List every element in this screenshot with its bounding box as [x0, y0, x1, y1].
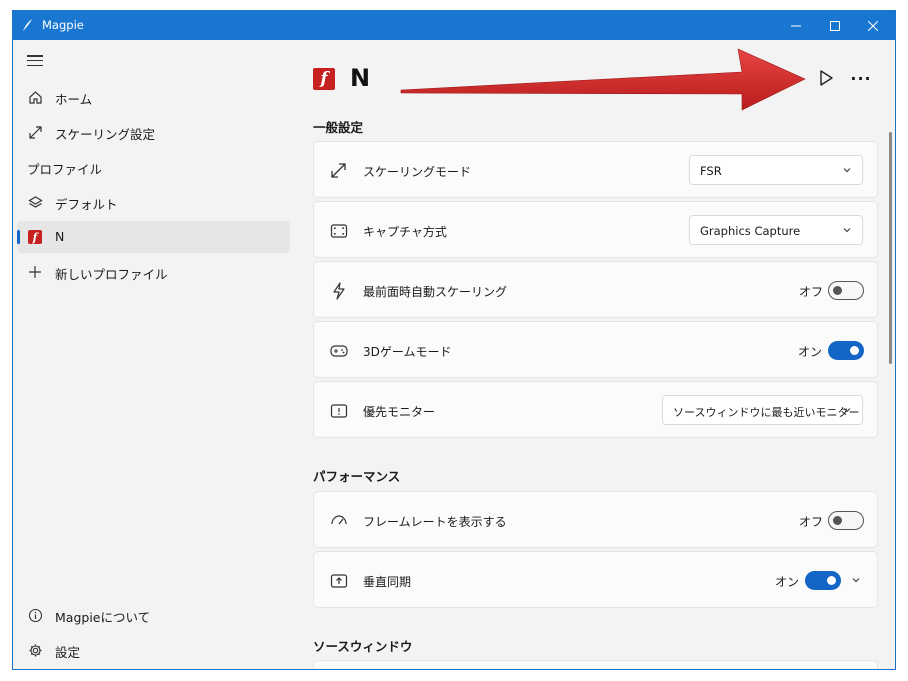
vsync-label: 垂直同期	[363, 575, 412, 589]
sidebar-item-label: N	[55, 229, 65, 244]
capture-method-select[interactable]: Graphics Capture	[689, 215, 863, 245]
general-section-title: 一般設定	[313, 120, 364, 135]
capture-method-card: キャプチャ方式 Graphics Capture	[313, 201, 878, 258]
sidebar-item-label: Magpieについて	[55, 610, 151, 625]
scrollbar[interactable]	[889, 132, 892, 364]
sidebar: ホーム スケーリング設定 プロファイル デフォルト f N 新しいプロファイル	[13, 40, 298, 669]
magpie-logo-icon	[23, 19, 32, 31]
home-icon	[27, 89, 43, 105]
info-icon	[27, 607, 43, 623]
window-title: Magpie	[42, 18, 84, 32]
chevron-down-icon	[843, 228, 851, 233]
sidebar-item-label: 設定	[55, 645, 81, 660]
gear-icon	[27, 642, 43, 658]
game-mode-state: オン	[798, 345, 823, 359]
scaling-mode-label: スケーリングモード	[363, 165, 472, 179]
app-window: Magpie ホーム スケーリング設定 プロファイル デフォルト f N 新しい…	[12, 10, 896, 670]
scaling-mode-card: スケーリングモード FSR	[313, 141, 878, 198]
speedometer-icon	[329, 511, 348, 530]
auto-scale-card: 最前面時自動スケーリング オフ	[313, 261, 878, 318]
source-window-card	[313, 660, 878, 669]
lightning-icon	[329, 281, 348, 300]
close-button[interactable]	[854, 11, 892, 40]
show-fps-state: オフ	[799, 515, 824, 529]
auto-scale-label: 最前面時自動スケーリング	[363, 285, 508, 299]
preferred-monitor-label: 優先モニター	[363, 405, 436, 419]
sidebar-item-label: 新しいプロファイル	[55, 267, 168, 282]
scaling-mode-select[interactable]: FSR	[689, 155, 863, 185]
layers-icon	[27, 194, 43, 210]
title-bar: Magpie	[13, 11, 895, 40]
performance-section-title: パフォーマンス	[313, 469, 401, 484]
sidebar-item-scaling-settings[interactable]: スケーリング設定	[17, 116, 290, 148]
sidebar-item-default-profile[interactable]: デフォルト	[17, 186, 290, 218]
flash-player-icon: f	[313, 68, 335, 90]
sidebar-item-home[interactable]: ホーム	[17, 81, 290, 113]
maximize-icon	[830, 20, 840, 31]
plus-icon	[27, 264, 43, 280]
capture-method-label: キャプチャ方式	[363, 225, 447, 239]
close-icon	[868, 20, 878, 31]
vsync-card: 垂直同期 オン	[313, 551, 878, 608]
game-mode-toggle[interactable]	[828, 341, 864, 360]
vsync-state: オン	[775, 575, 800, 589]
game-mode-label: 3Dゲームモード	[363, 345, 452, 359]
vsync-icon	[329, 571, 348, 590]
flash-player-icon: f	[27, 229, 43, 245]
expand-chevron-icon[interactable]	[851, 575, 861, 585]
resize-diagonal-icon	[27, 124, 43, 140]
chevron-down-icon	[843, 408, 851, 413]
profiles-caption: プロファイル	[27, 162, 103, 177]
sidebar-item-about[interactable]: Magpieについて	[17, 599, 290, 631]
monitor-icon	[329, 401, 348, 420]
scaling-mode-value: FSR	[700, 164, 722, 178]
auto-scale-toggle[interactable]	[828, 281, 864, 300]
main-content: f N ··· 一般設定 スケーリングモード FSR キャプチャ方式 Graph…	[298, 40, 895, 669]
preferred-monitor-value: ソースウィンドウに最も近いモニター	[673, 406, 860, 419]
show-fps-label: フレームレートを表示する	[363, 515, 507, 529]
minimize-icon	[791, 25, 801, 26]
preferred-monitor-card: 優先モニター ソースウィンドウに最も近いモニター	[313, 381, 878, 438]
play-icon[interactable]	[815, 67, 837, 89]
chevron-down-icon	[843, 168, 851, 173]
gamepad-icon	[329, 341, 348, 360]
more-options-icon[interactable]: ···	[850, 67, 872, 89]
show-fps-card: フレームレートを表示する オフ	[313, 491, 878, 548]
show-fps-toggle[interactable]	[828, 511, 864, 530]
page-title: N	[350, 64, 371, 92]
sidebar-item-new-profile[interactable]: 新しいプロファイル	[17, 256, 290, 288]
hamburger-menu-icon[interactable]	[27, 55, 43, 69]
resize-diagonal-icon	[329, 161, 348, 180]
vsync-toggle[interactable]	[805, 571, 841, 590]
sidebar-item-label: デフォルト	[55, 197, 118, 212]
sidebar-item-profile-n[interactable]: f N	[17, 221, 290, 253]
game-mode-card: 3Dゲームモード オン	[313, 321, 878, 378]
sidebar-item-label: ホーム	[55, 92, 93, 107]
preferred-monitor-select[interactable]: ソースウィンドウに最も近いモニター	[662, 395, 863, 425]
sidebar-item-label: スケーリング設定	[55, 127, 156, 142]
source-window-section-title: ソースウィンドウ	[313, 639, 413, 654]
sidebar-item-settings[interactable]: 設定	[17, 634, 290, 666]
screen-capture-icon	[329, 221, 348, 240]
minimize-button[interactable]	[777, 11, 815, 40]
capture-method-value: Graphics Capture	[700, 224, 801, 238]
auto-scale-state: オフ	[799, 285, 824, 299]
maximize-button[interactable]	[816, 11, 854, 40]
